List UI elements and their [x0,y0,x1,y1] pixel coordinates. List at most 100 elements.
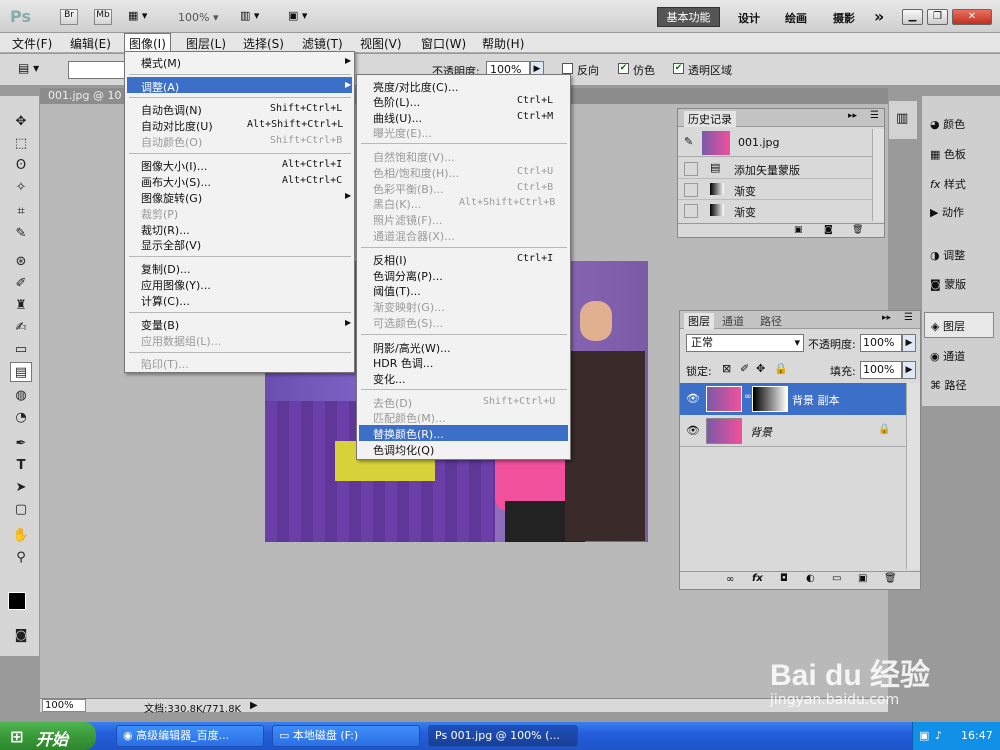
menu-item-auto-contrast[interactable]: 自动对比度(U) [141,118,213,134]
network-icon[interactable]: ▣ [919,729,929,742]
clock[interactable]: 16:47 [961,729,993,742]
marquee-tool-icon[interactable]: ⬚ [10,134,32,154]
layer-name[interactable]: 背景 副本 [792,392,840,408]
dock-channels[interactable]: ◉ 通道 [930,348,965,364]
adjustment-layer-icon[interactable]: ◐ [806,573,815,584]
delete-layer-icon[interactable]: 🗑 [884,573,897,584]
menu-item-invert[interactable]: 反相(I) [373,252,407,268]
layer-name[interactable]: 背景 [750,424,772,440]
menu-item-canvas-size[interactable]: 画布大小(S)... [141,174,211,190]
quick-selection-tool-icon[interactable]: ✧ [10,178,32,198]
quick-mask-icon[interactable]: ◙ [10,626,32,646]
link-layers-icon[interactable]: ∞ [726,574,734,585]
fill-input[interactable]: 100% [860,361,902,379]
clone-stamp-tool-icon[interactable]: ♜ [10,296,32,316]
layer-mask-thumbnail[interactable] [752,386,788,412]
workspace-design[interactable]: 设计 [738,10,760,26]
menu-item-apply-image[interactable]: 应用图像(Y)... [141,277,211,293]
menu-window[interactable]: 窗口(W) [421,35,466,52]
history-scrollbar[interactable] [872,129,884,221]
menu-item-trim[interactable]: 裁切(R)... [141,222,190,238]
menu-item-auto-tone[interactable]: 自动色调(N) [141,102,202,118]
bridge-button[interactable]: Br [60,9,78,25]
history-brush-tool-icon[interactable]: ✍ [10,318,32,338]
workspace-essentials[interactable]: 基本功能 [657,7,720,27]
menu-item-adjustments[interactable]: 调整(A) [141,79,179,95]
lock-pixels-icon[interactable]: ✐ [740,362,749,375]
menu-item-duplicate[interactable]: 复制(D)... [141,261,191,277]
panel-menu-icon[interactable]: ☰ [870,110,879,121]
dock-paths[interactable]: ⌘ 路径 [930,377,967,393]
delete-state-icon[interactable]: 🗑 [852,225,863,235]
dock-adjustments[interactable]: ◑ 调整 [930,247,965,263]
add-mask-icon[interactable]: ◘ [780,573,788,584]
crop-tool-icon[interactable]: ⌗ [10,202,32,222]
dock-color[interactable]: ◕ 颜色 [930,116,965,132]
menu-filter[interactable]: 滤镜(T) [302,35,343,52]
history-state[interactable]: 渐变 [678,201,872,221]
document-tab[interactable]: 001.jpg @ 10 [48,89,122,102]
new-snapshot-icon[interactable]: ◙ [824,225,833,235]
status-arrow-icon[interactable]: ▶ [250,700,258,711]
view-extras-dropdown[interactable]: ▦ ▾ [128,9,158,25]
type-tool-icon[interactable]: T [10,456,32,476]
dock-masks[interactable]: ◙ 蒙版 [930,276,966,292]
arrange-documents-dropdown[interactable]: ▥ ▾ [240,9,259,22]
history-snapshot-row[interactable]: ✎ 001.jpg [678,129,872,157]
gradient-preview[interactable] [68,61,128,79]
dither-checkbox[interactable]: ✔ [618,63,629,74]
screen-mode-dropdown[interactable]: ▣ ▾ [288,9,307,22]
history-state-source-box[interactable] [684,204,698,218]
new-layer-icon[interactable]: ▣ [858,573,867,584]
layer-row-background[interactable]: 👁 背景 🔒 [680,415,906,447]
lock-all-icon[interactable]: 🔒 [774,362,788,375]
eraser-tool-icon[interactable]: ▭ [10,340,32,360]
menu-item-brightness-contrast[interactable]: 亮度/对比度(C)... [373,79,458,95]
new-group-icon[interactable]: ▭ [832,573,841,584]
menu-item-calculations[interactable]: 计算(C)... [141,293,190,309]
new-document-from-state-icon[interactable]: ▣ [794,225,803,235]
layer-row-background-copy[interactable]: 👁 ∞ 背景 副本 [680,383,906,415]
history-state[interactable]: ▤ 添加矢量蒙版 [678,159,872,179]
menu-item-variations[interactable]: 变化... [373,371,406,387]
close-icon[interactable]: ✕ [952,9,992,25]
reverse-checkbox[interactable] [562,63,573,74]
fill-arrow-icon[interactable]: ▶ [902,361,916,379]
taskbar-item-photoshop[interactable]: Ps 001.jpg @ 100% (... [428,725,578,747]
blur-tool-icon[interactable]: ◍ [10,386,32,406]
menu-item-levels[interactable]: 色阶(L)... [373,94,420,110]
tab-channels[interactable]: 通道 [722,313,744,329]
start-button[interactable]: ⊞ 开始 [0,722,96,750]
move-tool-icon[interactable]: ✥ [10,112,32,132]
menu-edit[interactable]: 编辑(E) [70,35,111,52]
menu-layer[interactable]: 图层(L) [186,35,226,52]
eye-icon[interactable]: 👁 [686,424,700,437]
zoom-level-dropdown[interactable]: 100% ▾ [178,11,218,24]
menu-item-equalize[interactable]: 色调均化(Q) [373,442,434,458]
taskbar-item-explorer[interactable]: ▭ 本地磁盘 (F:) [272,725,420,747]
dock-styles[interactable]: fx 样式 [930,176,966,192]
tab-layers[interactable]: 图层 [684,313,714,329]
brush-tool-icon[interactable]: ✐ [10,274,32,294]
more-workspaces-button[interactable]: » [874,7,884,26]
menu-file[interactable]: 文件(F) [12,35,52,52]
zoom-tool-icon[interactable]: ⚲ [10,548,32,568]
lasso-tool-icon[interactable]: ʘ [10,156,32,176]
panel-collapse-icon[interactable]: ▸▸ [848,111,857,121]
menu-view[interactable]: 视图(V) [360,35,402,52]
panel-collapse-icon[interactable]: ▸▸ [882,313,891,323]
layer-opacity-input[interactable]: 100% [860,334,902,352]
transparency-checkbox[interactable]: ✔ [673,63,684,74]
menu-item-posterize[interactable]: 色调分离(P)... [373,268,443,284]
layer-style-icon[interactable]: fx [752,573,763,584]
history-state[interactable]: 渐变 [678,180,872,200]
dodge-tool-icon[interactable]: ◔ [10,408,32,428]
minimize-icon[interactable]: ▁ [902,9,923,25]
menu-help[interactable]: 帮助(H) [482,35,524,52]
spot-healing-tool-icon[interactable]: ⊛ [10,252,32,272]
taskbar-item-browser[interactable]: ◉ 高级编辑器_百度... [116,725,264,747]
mini-bridge-button[interactable]: Mb [94,9,112,25]
tab-paths[interactable]: 路径 [760,313,782,329]
panel-menu-icon[interactable]: ☰ [904,312,913,323]
menu-item-variables[interactable]: 变量(B) [141,317,179,333]
